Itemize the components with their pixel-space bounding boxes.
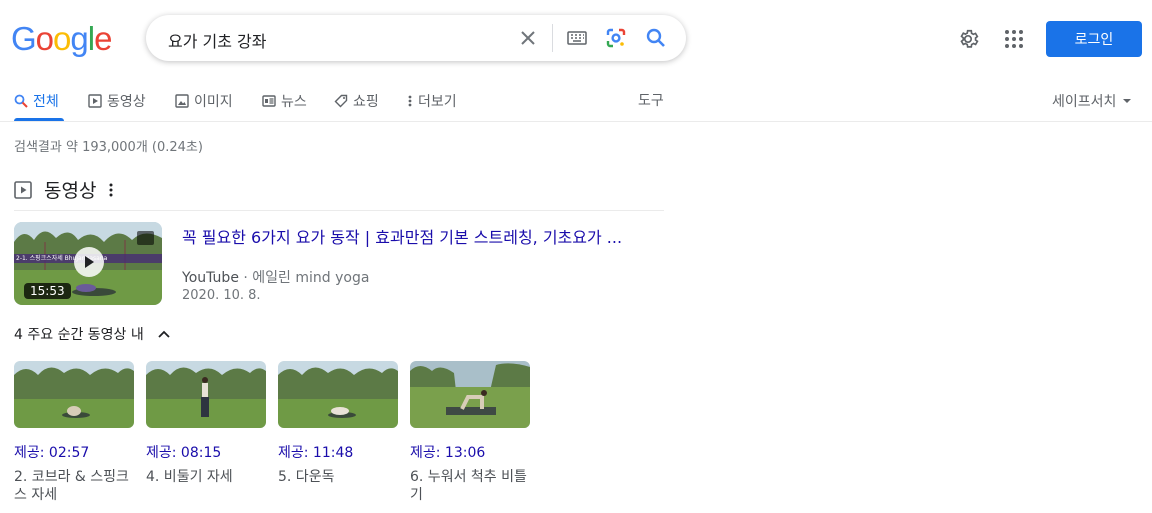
key-moment-caption: 2. 코브라 & 스핑크스 자세: [14, 469, 129, 503]
video-title-link[interactable]: 꼭 필요한 6가지 요가 동작 | 효과만점 기본 스트레칭, 기초요가 ...: [182, 224, 652, 248]
video-duration: 15:53: [24, 283, 71, 299]
key-moment-item[interactable]: 제공: 08:15 4. 비둘기 자세: [146, 361, 266, 486]
tag-icon: [334, 94, 348, 108]
video-source: YouTube · 에일린 mind yoga: [182, 267, 369, 287]
search-tabs: 전체 동영상 이미지 뉴스 쇼핑 더보기: [0, 84, 1152, 122]
settings-gear-icon[interactable]: [956, 27, 980, 51]
play-button-icon[interactable]: [74, 247, 104, 277]
key-moment-time[interactable]: 제공: 13:06: [410, 442, 530, 462]
safesearch-menu[interactable]: 세이프서치: [1052, 91, 1132, 111]
videos-section-title: 동영상: [44, 180, 97, 202]
key-moment-caption: 5. 다운독: [278, 469, 335, 485]
tab-more-label: 더보기: [418, 94, 457, 110]
key-moment-time[interactable]: 제공: 11:48: [278, 442, 398, 462]
tab-all-label: 전체: [33, 94, 59, 110]
search-icon[interactable]: [644, 26, 668, 50]
key-moment-thumbnail[interactable]: [410, 361, 530, 428]
clear-icon[interactable]: [516, 26, 540, 50]
videos-section-header: 동영상: [14, 176, 114, 203]
tab-shopping[interactable]: 쇼핑: [334, 90, 379, 112]
active-tab-indicator: [14, 118, 64, 121]
video-date: 2020. 10. 8.: [182, 288, 261, 303]
chevron-up-icon: [158, 330, 170, 338]
tools-button[interactable]: 도구: [638, 90, 664, 110]
tab-news-label: 뉴스: [281, 94, 307, 110]
video-thumbnail[interactable]: 2-1. 스핑크스자세 Bhujangasana 15:53: [14, 222, 162, 305]
key-moment-thumbnail[interactable]: [278, 361, 398, 428]
play-icon: [14, 180, 32, 199]
google-logo[interactable]: Google: [11, 22, 112, 56]
apps-grid-icon[interactable]: [1002, 27, 1026, 51]
result-stats: 검색결과 약 193,000개 (0.24초): [14, 140, 203, 155]
key-moment-item[interactable]: 제공: 11:48 5. 다운독: [278, 361, 398, 486]
key-moment-caption: 4. 비둘기 자세: [146, 469, 233, 485]
search-input[interactable]: 요가 기초 강좌: [168, 28, 267, 52]
video-channel: 에일린 mind yoga: [252, 270, 370, 286]
key-moment-item[interactable]: 제공: 02:57 2. 코브라 & 스핑크스 자세: [14, 361, 134, 504]
image-icon: [175, 94, 189, 108]
key-moment-time[interactable]: 제공: 02:57: [14, 442, 134, 462]
tab-more[interactable]: 더보기: [407, 90, 457, 112]
caret-down-icon: [1123, 99, 1132, 103]
tab-videos-label: 동영상: [107, 94, 146, 110]
tab-news[interactable]: 뉴스: [262, 90, 307, 112]
keyboard-icon[interactable]: [565, 26, 589, 50]
play-icon: [88, 94, 102, 108]
news-icon: [262, 95, 276, 107]
tab-images-label: 이미지: [194, 94, 233, 110]
source-separator: ·: [243, 270, 253, 286]
key-moment-thumbnail[interactable]: [14, 361, 134, 428]
tab-images[interactable]: 이미지: [175, 90, 233, 112]
key-moments-toggle[interactable]: 4 주요 순간 동영상 내: [14, 324, 170, 344]
search-icon: [14, 94, 28, 108]
key-moment-item[interactable]: 제공: 13:06 6. 누워서 척추 비틀기: [410, 361, 530, 504]
more-options-icon[interactable]: [108, 182, 114, 198]
search-divider: [552, 24, 553, 52]
tab-videos[interactable]: 동영상: [88, 90, 146, 112]
search-box[interactable]: 요가 기초 강좌: [146, 15, 686, 61]
video-corner-badge: [137, 231, 154, 245]
video-source-site: YouTube: [182, 270, 239, 286]
login-button[interactable]: 로그인: [1046, 21, 1142, 57]
key-moment-thumbnail[interactable]: [146, 361, 266, 428]
section-divider: [14, 210, 664, 211]
tab-shopping-label: 쇼핑: [353, 94, 379, 110]
tab-all[interactable]: 전체: [14, 90, 59, 112]
key-moment-time[interactable]: 제공: 08:15: [146, 442, 266, 462]
more-vert-icon: [408, 95, 412, 107]
safesearch-label: 세이프서치: [1052, 94, 1117, 110]
key-moment-caption: 6. 누워서 척추 비틀기: [410, 469, 527, 503]
key-moments-label: 4 주요 순간 동영상 내: [14, 327, 144, 343]
lens-icon[interactable]: [604, 26, 628, 50]
